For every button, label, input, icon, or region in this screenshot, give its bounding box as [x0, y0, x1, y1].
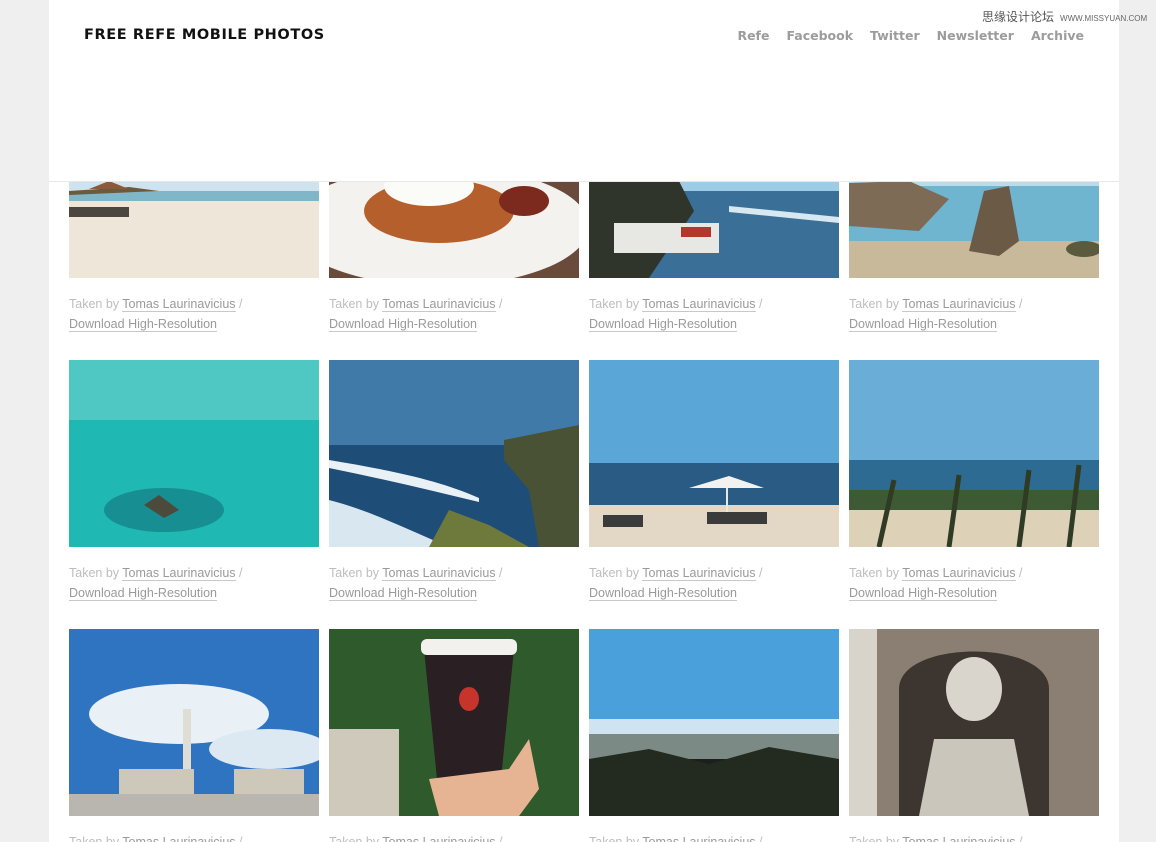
photo-card: Taken by Tomas Laurinavicius / Download … [69, 360, 319, 603]
caption-separator: / [239, 566, 243, 580]
taken-by-label: Taken by [849, 835, 900, 842]
caption-separator: / [1019, 566, 1023, 580]
site-header: FREE REFE MOBILE PHOTOS Refe Facebook Tw… [49, 0, 1119, 182]
taken-by-label: Taken by [849, 566, 900, 580]
caption-separator: / [1019, 835, 1023, 842]
taken-by-label: Taken by [329, 297, 380, 311]
photo-card: Taken by Tomas Laurinavicius / Download … [589, 360, 839, 603]
photo-caption: Taken by Tomas Laurinavicius / Download … [69, 563, 319, 603]
site-title[interactable]: FREE REFE MOBILE PHOTOS [84, 27, 325, 43]
taken-by-label: Taken by [329, 835, 380, 842]
author-link[interactable]: Tomas Laurinavicius [642, 566, 756, 581]
caption-separator: / [499, 566, 503, 580]
download-link[interactable]: Download High-Resolution [589, 586, 737, 601]
photo-coffee-cup[interactable] [329, 629, 579, 816]
nav-link-archive[interactable]: Archive [1031, 28, 1084, 43]
download-link[interactable]: Download High-Resolution [69, 586, 217, 601]
caption-separator: / [759, 835, 763, 842]
photo-caption: Taken by Tomas Laurinavicius / Download … [589, 563, 839, 603]
nav-link-twitter[interactable]: Twitter [870, 28, 920, 43]
author-link[interactable]: Tomas Laurinavicius [122, 566, 236, 581]
caption-separator: / [239, 297, 243, 311]
photo-card: Taken by Tomas Laurinavicius / Download … [329, 629, 579, 842]
author-link[interactable]: Tomas Laurinavicius [642, 835, 756, 842]
photo-card: Taken by Tomas Laurinavicius / Download … [849, 629, 1099, 842]
taken-by-label: Taken by [69, 835, 120, 842]
photo-beach-umbrellas[interactable] [589, 360, 839, 547]
download-link[interactable]: Download High-Resolution [329, 586, 477, 601]
taken-by-label: Taken by [589, 297, 640, 311]
photo-caption: Taken by Tomas Laurinavicius / Download … [849, 832, 1099, 842]
photo-caption: Taken by Tomas Laurinavicius / Download … [69, 294, 319, 334]
author-link[interactable]: Tomas Laurinavicius [122, 835, 236, 842]
photo-card: Taken by Tomas Laurinavicius / Download … [329, 360, 579, 603]
author-link[interactable]: Tomas Laurinavicius [642, 297, 756, 312]
author-link[interactable]: Tomas Laurinavicius [902, 835, 1016, 842]
photo-caption: Taken by Tomas Laurinavicius / Download … [589, 832, 839, 842]
photo-caption: Taken by Tomas Laurinavicius / Download … [589, 294, 839, 334]
nav-link-newsletter[interactable]: Newsletter [937, 28, 1014, 43]
photo-heroes-square[interactable] [69, 629, 319, 816]
photo-caption: Taken by Tomas Laurinavicius / Download … [69, 832, 319, 842]
download-link[interactable]: Download High-Resolution [69, 317, 217, 332]
photo-palm-coast[interactable] [849, 360, 1099, 547]
caption-separator: / [499, 835, 503, 842]
photo-caption: Taken by Tomas Laurinavicius / Download … [849, 294, 1099, 334]
author-link[interactable]: Tomas Laurinavicius [902, 297, 1016, 312]
download-link[interactable]: Download High-Resolution [329, 317, 477, 332]
taken-by-label: Taken by [589, 835, 640, 842]
nav-link-refe[interactable]: Refe [737, 28, 769, 43]
author-link[interactable]: Tomas Laurinavicius [382, 297, 496, 312]
main-nav: Refe Facebook Twitter Newsletter Archive [737, 28, 1084, 43]
caption-separator: / [1019, 297, 1023, 311]
caption-separator: / [759, 297, 763, 311]
photo-cliff-waves[interactable] [329, 360, 579, 547]
download-link[interactable]: Download High-Resolution [849, 317, 997, 332]
photo-caption: Taken by Tomas Laurinavicius / Download … [329, 832, 579, 842]
caption-separator: / [499, 297, 503, 311]
photo-stone-statue[interactable] [849, 629, 1099, 816]
photo-card: Taken by Tomas Laurinavicius / Download … [849, 360, 1099, 603]
photo-caption: Taken by Tomas Laurinavicius / Download … [849, 563, 1099, 603]
taken-by-label: Taken by [849, 297, 900, 311]
download-link[interactable]: Download High-Resolution [849, 586, 997, 601]
photo-caption: Taken by Tomas Laurinavicius / Download … [329, 563, 579, 603]
taken-by-label: Taken by [69, 566, 120, 580]
taken-by-label: Taken by [329, 566, 380, 580]
watermark-cn: 思缘设计论坛 [982, 10, 1055, 24]
author-link[interactable]: Tomas Laurinavicius [382, 566, 496, 581]
author-link[interactable]: Tomas Laurinavicius [382, 835, 496, 842]
photo-card: Taken by Tomas Laurinavicius / Download … [69, 629, 319, 842]
photo-turquoise-sea[interactable] [69, 360, 319, 547]
caption-separator: / [759, 566, 763, 580]
author-link[interactable]: Tomas Laurinavicius [902, 566, 1016, 581]
watermark: 思缘设计论坛 WWW.MISSYUAN.COM [982, 8, 1147, 25]
photo-city-view[interactable] [589, 629, 839, 816]
photo-caption: Taken by Tomas Laurinavicius / Download … [329, 294, 579, 334]
download-link[interactable]: Download High-Resolution [589, 317, 737, 332]
author-link[interactable]: Tomas Laurinavicius [122, 297, 236, 312]
photo-card: Taken by Tomas Laurinavicius / Download … [589, 629, 839, 842]
caption-separator: / [239, 835, 243, 842]
taken-by-label: Taken by [589, 566, 640, 580]
taken-by-label: Taken by [69, 297, 120, 311]
nav-link-facebook[interactable]: Facebook [786, 28, 853, 43]
watermark-url: WWW.MISSYUAN.COM [1060, 14, 1148, 23]
